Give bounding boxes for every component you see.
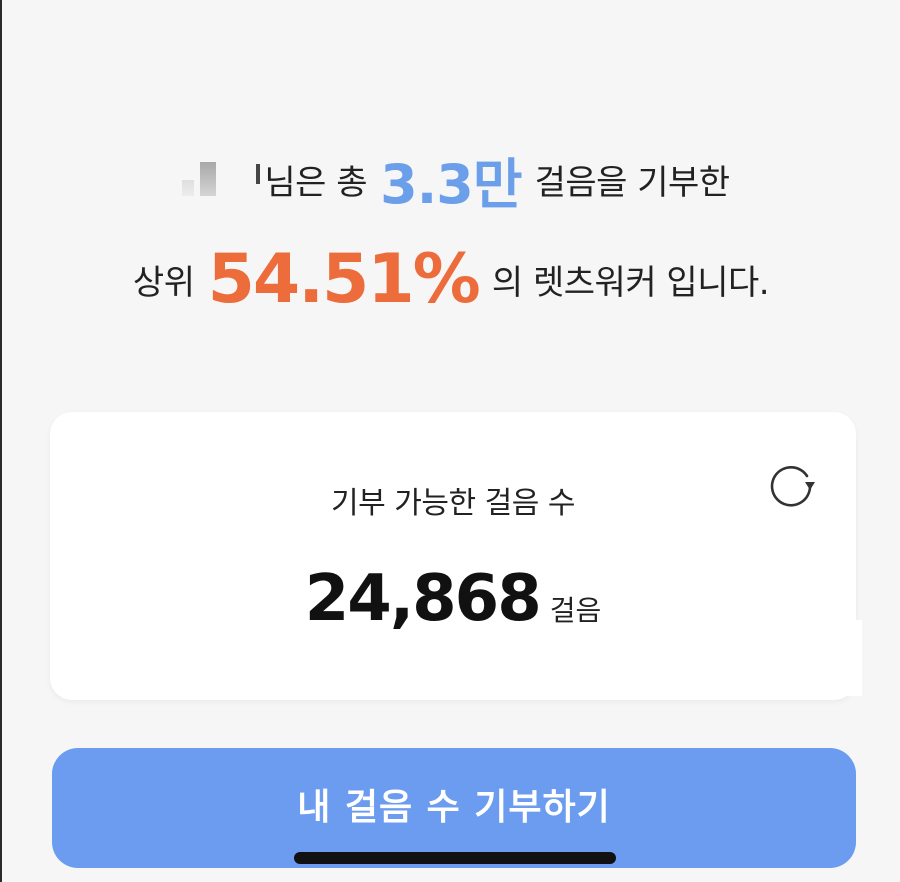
summary-line-1-end: 걸음을 기부한	[534, 163, 731, 203]
summary-line-1: 님은 총 3.3만 걸음을 기부한	[2, 140, 900, 219]
donate-steps-button[interactable]: 내 걸음 수 기부하기	[52, 748, 856, 868]
rank-suffix: 의 렛츠워커 입니다.	[491, 263, 770, 303]
available-steps-unit: 걸음	[549, 594, 602, 627]
rank-percent-value: 54.51%	[207, 240, 481, 319]
available-steps: 24,868 걸음	[50, 562, 856, 636]
available-steps-value: 24,868	[304, 562, 542, 636]
total-steps-value: 3.3만	[380, 153, 522, 216]
rank-prefix: 상위	[132, 263, 195, 303]
refresh-icon-graphic	[770, 465, 815, 507]
available-steps-card: 기부 가능한 걸음 수 24,868 걸음	[50, 412, 856, 700]
refresh-icon[interactable]	[762, 454, 820, 512]
summary-line-2: 상위 54.51% 의 렛츠워커 입니다.	[2, 240, 900, 319]
donation-screen: 님은 총 3.3만 걸음을 기부한 상위 54.51% 의 렛츠워커 입니다. …	[0, 0, 900, 882]
available-steps-title: 기부 가능한 걸음 수	[331, 486, 575, 521]
masked-user-name	[172, 160, 262, 200]
summary-user-suffix: 님은 총	[264, 163, 368, 203]
decorative-patch	[798, 620, 862, 696]
home-indicator	[294, 852, 616, 864]
